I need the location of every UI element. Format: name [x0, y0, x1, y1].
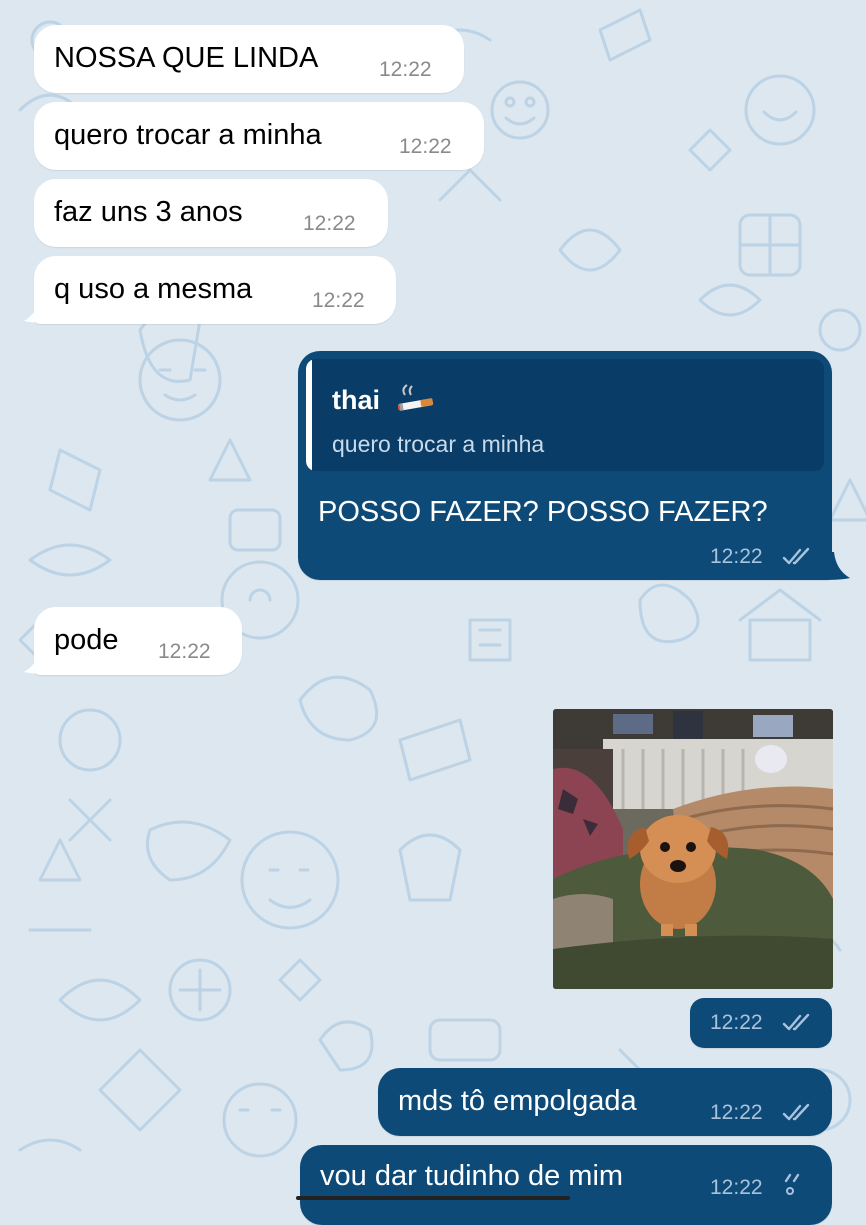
- puppy-photo-image: [553, 709, 833, 989]
- cigarette-icon: [397, 383, 435, 420]
- message-bubble-incoming[interactable]: NOSSA QUE LINDA 12:22: [34, 25, 464, 93]
- message-time: 12:22: [710, 1011, 763, 1034]
- message-time: 12:22: [399, 135, 452, 158]
- message-time: 12:22: [303, 212, 356, 235]
- message-time: 12:22: [312, 289, 365, 312]
- message-bubble-incoming[interactable]: quero trocar a minha 12:22: [34, 102, 484, 170]
- message-bubble-outgoing[interactable]: thai quero trocar a minha POSSO FAZER? P…: [298, 351, 832, 580]
- reply-quote[interactable]: thai quero trocar a minha: [306, 359, 824, 471]
- reply-accent-bar: [306, 359, 312, 471]
- message-time: 12:22: [710, 1176, 763, 1199]
- message-text: vou dar tudinho de mim: [320, 1160, 624, 1192]
- double-check-icon: [782, 1013, 810, 1031]
- reply-quoted-text: quero trocar a minha: [332, 431, 545, 457]
- message-text: POSSO FAZER? POSSO FAZER?: [318, 496, 768, 528]
- media-photo-puppy[interactable]: [553, 709, 833, 989]
- message-time: 12:22: [710, 545, 763, 568]
- message-time: 12:22: [710, 1101, 763, 1124]
- message-bubble-incoming[interactable]: faz uns 3 anos 12:22: [34, 179, 388, 247]
- message-time: 12:22: [379, 58, 432, 81]
- message-text: pode: [54, 624, 119, 656]
- home-indicator: [296, 1196, 570, 1200]
- message-bubble-outgoing[interactable]: vou dar tudinho de mim 12:22: [300, 1145, 832, 1225]
- message-text: mds tô empolgada: [398, 1085, 637, 1117]
- clock-pending-icon: [784, 1173, 800, 1195]
- message-bubble-outgoing[interactable]: mds tô empolgada 12:22: [378, 1068, 832, 1136]
- message-text: NOSSA QUE LINDA: [54, 42, 319, 74]
- message-text: quero trocar a minha: [54, 119, 322, 151]
- message-text: faz uns 3 anos: [54, 196, 243, 228]
- message-bubble-incoming[interactable]: pode 12:22: [34, 607, 242, 675]
- message-time-pill[interactable]: 12:22: [690, 998, 832, 1048]
- message-text: q uso a mesma: [54, 273, 253, 305]
- reply-sender-name: thai: [332, 385, 381, 415]
- double-check-icon: [782, 1103, 810, 1121]
- double-check-icon: [782, 547, 810, 565]
- message-bubble-incoming[interactable]: q uso a mesma 12:22: [34, 256, 396, 324]
- message-time: 12:22: [158, 640, 211, 663]
